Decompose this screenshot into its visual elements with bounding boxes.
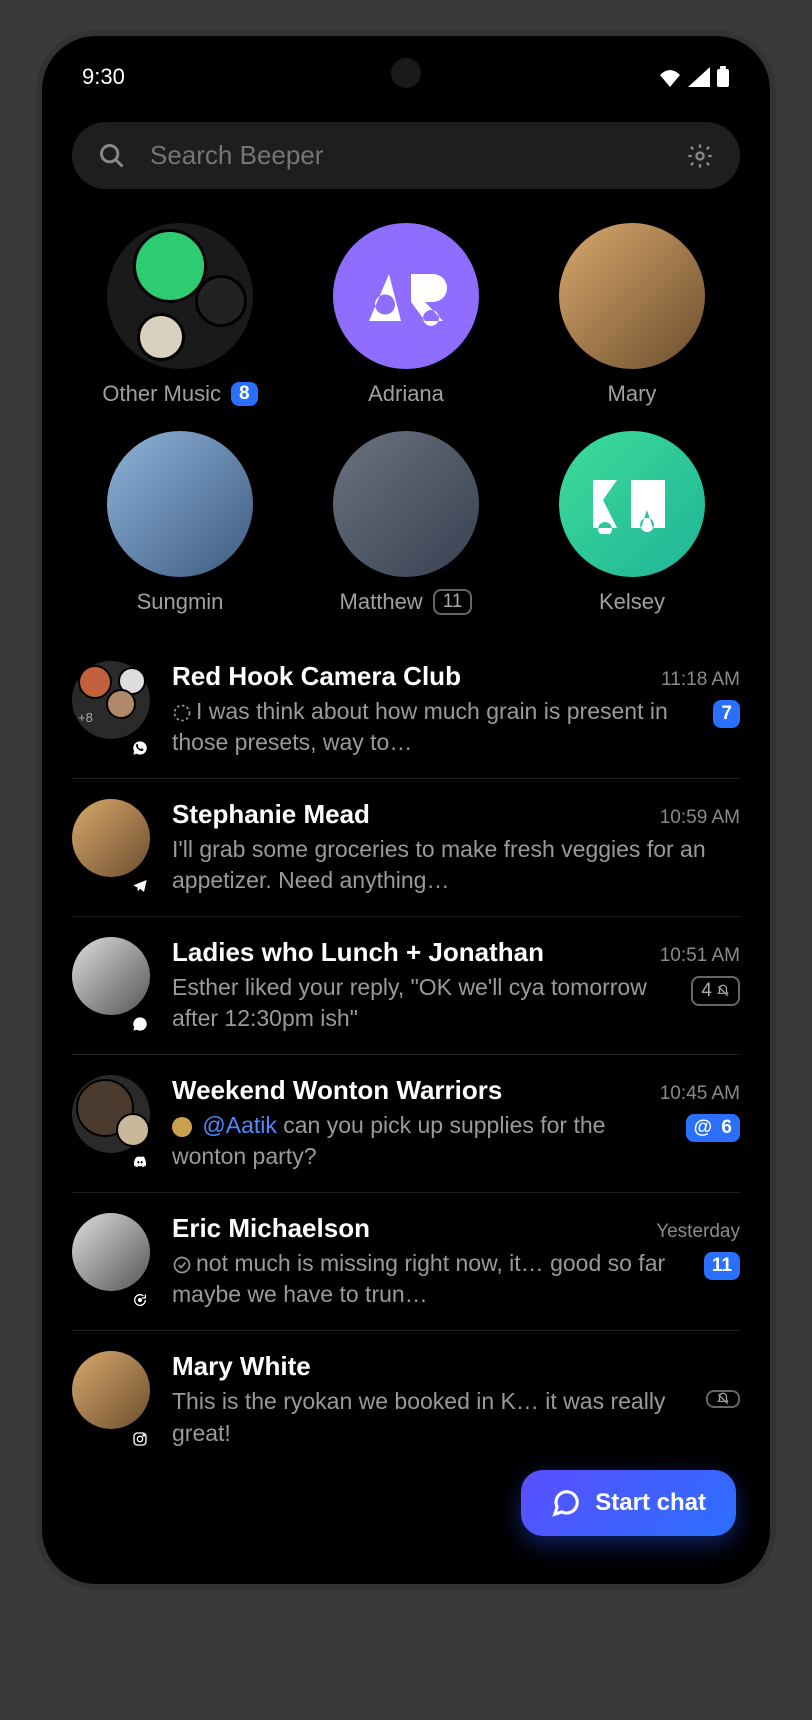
avatar bbox=[72, 1213, 150, 1291]
chat-preview: not much is missing right now, it… good … bbox=[172, 1250, 665, 1307]
favorite-label: Other Music bbox=[102, 381, 221, 407]
chat-row[interactable]: Stephanie Mead 10:59 AM I'll grab some g… bbox=[72, 778, 740, 916]
favorite-label: Kelsey bbox=[599, 589, 665, 615]
avatar bbox=[72, 1351, 150, 1429]
avatar bbox=[72, 1075, 150, 1153]
signal-icon bbox=[688, 67, 710, 87]
unread-badge: 7 bbox=[713, 700, 740, 728]
search-icon bbox=[98, 142, 126, 170]
chat-title: Ladies who Lunch + Jonathan bbox=[172, 937, 544, 968]
whatsapp-icon bbox=[126, 1010, 154, 1038]
chat-time: 10:45 AM bbox=[660, 1083, 740, 1105]
chat-title: Eric Michaelson bbox=[172, 1213, 370, 1244]
whatsapp-icon bbox=[126, 734, 154, 762]
chat-title: Mary White bbox=[172, 1351, 311, 1382]
start-chat-button[interactable]: Start chat bbox=[521, 1470, 736, 1536]
chat-time: Yesterday bbox=[656, 1221, 740, 1243]
favorite-mary[interactable]: Mary bbox=[524, 223, 740, 407]
mention: @Aatik bbox=[202, 1112, 276, 1138]
wifi-icon bbox=[658, 67, 682, 87]
discord-icon bbox=[126, 1148, 154, 1176]
search-bar[interactable] bbox=[72, 122, 740, 189]
dashed-circle-icon bbox=[172, 703, 192, 723]
status-icons bbox=[658, 66, 730, 88]
mention-badge: @ 6 bbox=[686, 1114, 740, 1142]
muted-badge: 4 bbox=[691, 976, 740, 1006]
avatar bbox=[559, 431, 705, 577]
chat-preview: I'll grab some groceries to make fresh v… bbox=[172, 836, 706, 893]
chat-row[interactable]: Eric Michaelson Yesterday not much is mi… bbox=[72, 1192, 740, 1330]
chat-preview: This is the ryokan we booked in K… it wa… bbox=[172, 1388, 665, 1445]
favorite-label: Mary bbox=[608, 381, 657, 407]
chat-row[interactable]: +8 Red Hook Camera Club 11:18 AM I was t… bbox=[72, 641, 740, 778]
chat-row[interactable]: Mary White This is the ryokan we booked … bbox=[72, 1330, 740, 1468]
chat-time: 10:51 AM bbox=[660, 945, 740, 967]
favorite-label: Adriana bbox=[368, 381, 444, 407]
favorite-other-music[interactable]: Other Music 8 bbox=[72, 223, 288, 407]
avatar: +8 bbox=[72, 661, 150, 739]
muted-badge bbox=[706, 1390, 740, 1408]
gear-icon[interactable] bbox=[686, 142, 714, 170]
avatar bbox=[559, 223, 705, 369]
sender-avatar-icon bbox=[172, 1117, 192, 1137]
chat-preview: I was think about how much grain is pres… bbox=[172, 698, 668, 755]
favorite-label: Matthew bbox=[340, 589, 423, 615]
unread-badge: 11 bbox=[704, 1252, 740, 1280]
chat-row[interactable]: Ladies who Lunch + Jonathan 10:51 AM Est… bbox=[72, 916, 740, 1054]
chat-title: Red Hook Camera Club bbox=[172, 661, 461, 692]
avatar bbox=[72, 799, 150, 877]
avatar bbox=[333, 223, 479, 369]
avatar bbox=[107, 431, 253, 577]
status-time: 9:30 bbox=[82, 64, 125, 90]
avatar bbox=[107, 223, 253, 369]
chat-bubble-icon bbox=[551, 1488, 581, 1518]
unread-badge: 8 bbox=[231, 382, 258, 406]
avatar bbox=[333, 431, 479, 577]
favorite-label: Sungmin bbox=[137, 589, 224, 615]
chat-time: 11:18 AM bbox=[661, 669, 740, 691]
chat-list: +8 Red Hook Camera Club 11:18 AM I was t… bbox=[42, 641, 770, 1469]
chat-title: Weekend Wonton Warriors bbox=[172, 1075, 502, 1106]
favorites-grid: Other Music 8 Adriana Mary Sungmin Matth… bbox=[42, 213, 770, 641]
favorite-kelsey[interactable]: Kelsey bbox=[524, 431, 740, 615]
chat-time: 10:59 AM bbox=[660, 807, 740, 829]
favorite-adriana[interactable]: Adriana bbox=[298, 223, 514, 407]
fab-label: Start chat bbox=[595, 1489, 706, 1517]
battery-icon bbox=[716, 66, 730, 88]
chat-row[interactable]: Weekend Wonton Warriors 10:45 AM @Aatik … bbox=[72, 1054, 740, 1192]
instagram-icon bbox=[126, 1425, 154, 1453]
favorite-sungmin[interactable]: Sungmin bbox=[72, 431, 288, 615]
telegram-icon bbox=[126, 872, 154, 900]
chat-preview: Esther liked your reply, "OK we'll cya t… bbox=[172, 974, 647, 1031]
chat-title: Stephanie Mead bbox=[172, 799, 370, 830]
search-input[interactable] bbox=[150, 140, 662, 171]
beeper-icon bbox=[126, 1286, 154, 1314]
avatar bbox=[72, 937, 150, 1015]
unread-badge: 11 bbox=[433, 589, 473, 615]
check-circle-icon bbox=[172, 1255, 192, 1275]
camera-notch bbox=[391, 58, 421, 88]
phone-frame: 9:30 bbox=[36, 30, 776, 1590]
favorite-matthew[interactable]: Matthew 11 bbox=[298, 431, 514, 615]
avatar-overflow-count: +8 bbox=[78, 710, 93, 725]
